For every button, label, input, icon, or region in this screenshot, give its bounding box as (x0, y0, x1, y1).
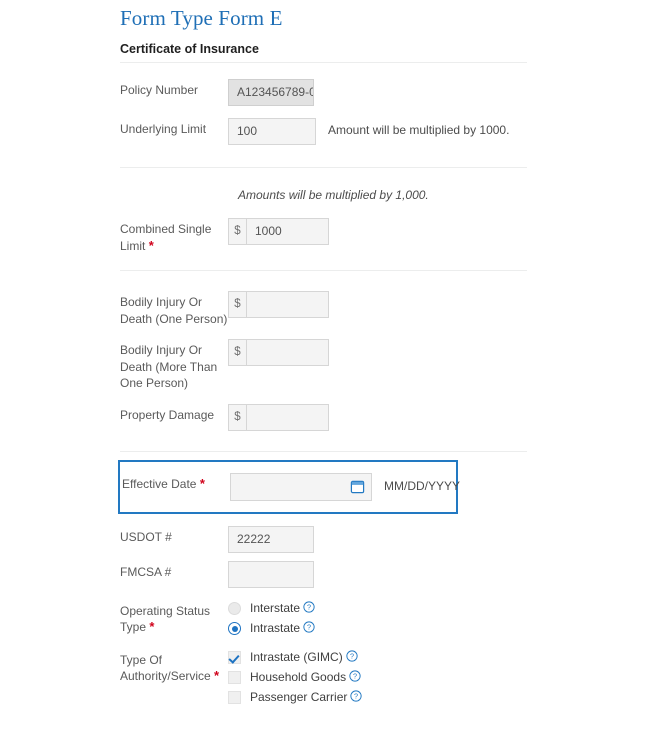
radio-option-intrastate[interactable]: Intrastate ? (228, 620, 315, 637)
checkbox-indicator-household-goods[interactable] (228, 671, 241, 684)
bodily-injury-more-input[interactable] (246, 339, 329, 366)
svg-text:?: ? (354, 691, 358, 700)
policy-number-input[interactable]: A123456789-0 (228, 79, 314, 106)
help-circle-icon[interactable]: ? (350, 689, 362, 706)
radio-option-interstate[interactable]: Interstate ? (228, 600, 315, 617)
operating-status-type-label-text: Operating Status Type (120, 603, 211, 635)
combined-single-limit-group: $ 1000 (228, 218, 329, 245)
required-asterisk: * (214, 668, 220, 683)
field-row-operating-status-type: Operating Status Type * Interstate ? Int… (120, 600, 540, 637)
bodily-injury-one-label: Bodily Injury Or Death (One Person) (120, 295, 228, 326)
checkbox-label-intrastate-gimc: Intrastate (GIMC) (250, 650, 343, 664)
checkbox-option-passenger-carrier[interactable]: Passenger Carrier ? (228, 689, 362, 706)
currency-prefix: $ (228, 218, 246, 245)
bodily-injury-more-label: Bodily Injury Or Death (More Than One Pe… (120, 343, 218, 390)
type-of-authority-label: Type Of Authority/Service * (120, 649, 228, 685)
checkbox-indicator-intrastate-gimc[interactable] (228, 651, 241, 664)
currency-prefix: $ (228, 339, 246, 366)
fmcsa-input[interactable] (228, 560, 314, 588)
operating-status-type-radio-group: Interstate ? Intrastate ? (228, 600, 315, 637)
form-container: Form Type Form E Certificate of Insuranc… (118, 0, 540, 706)
property-damage-input[interactable] (246, 403, 329, 431)
required-asterisk: * (199, 475, 205, 491)
radio-indicator-interstate[interactable] (228, 602, 241, 615)
svg-text:?: ? (307, 622, 311, 631)
bodily-injury-one-input[interactable] (246, 291, 329, 318)
svg-text:?: ? (307, 602, 311, 611)
field-row-property-damage: Property Damage $ (120, 403, 540, 431)
radio-label-interstate: Interstate (250, 601, 301, 615)
help-circle-icon[interactable]: ? (346, 649, 358, 666)
checkbox-label-household-goods: Household Goods (250, 670, 347, 684)
checkbox-label-passenger-carrier: Passenger Carrier (250, 690, 348, 704)
amounts-multiplier-note: Amounts will be multiplied by 1,000. (238, 188, 429, 202)
type-of-authority-checkbox-group: Intrastate (GIMC) ? Household Goods ? Pa… (228, 649, 362, 706)
required-asterisk: * (148, 237, 154, 253)
field-row-underlying-limit: Underlying Limit 100 Amount will be mult… (120, 118, 540, 145)
effective-date-input[interactable] (230, 472, 372, 501)
effective-date-label: Effective Date * (120, 473, 230, 493)
help-circle-icon[interactable]: ? (349, 669, 361, 686)
help-circle-icon[interactable]: ? (303, 620, 315, 637)
policy-number-label: Policy Number (120, 83, 199, 97)
underlying-limit-helper-text: Amount will be multiplied by 1000. (328, 123, 510, 137)
type-of-authority-label-text: Type Of Authority/Service (120, 652, 211, 684)
radio-label-intrastate: Intrastate (250, 621, 301, 635)
combined-single-limit-input[interactable]: 1000 (246, 218, 329, 245)
checkbox-option-household-goods[interactable]: Household Goods ? (228, 669, 362, 686)
svg-text:?: ? (353, 671, 357, 680)
checkbox-option-intrastate-gimc[interactable]: Intrastate (GIMC) ? (228, 649, 362, 666)
field-row-fmcsa: FMCSA # (120, 560, 540, 588)
currency-prefix: $ (228, 291, 246, 318)
calendar-icon[interactable] (350, 479, 365, 499)
form-page: Form Type Form E Certificate of Insuranc… (0, 0, 648, 744)
required-asterisk: * (149, 619, 155, 634)
usdot-input[interactable]: 22222 (228, 525, 314, 553)
page-title: Form Type Form E (120, 6, 283, 30)
combined-single-limit-label-text: Combined Single Limit (120, 222, 212, 253)
bodily-injury-more-group: $ (228, 339, 329, 366)
usdot-label: USDOT # (120, 529, 172, 544)
combined-single-limit-label: Combined Single Limit * (120, 218, 228, 254)
checkbox-indicator-passenger-carrier[interactable] (228, 691, 241, 704)
field-row-bodily-injury-more-persons: Bodily Injury Or Death (More Than One Pe… (120, 339, 540, 392)
field-row-type-of-authority: Type Of Authority/Service * Intrastate (… (120, 649, 540, 706)
operating-status-type-label: Operating Status Type * (120, 600, 228, 636)
field-row-effective-date[interactable]: Effective Date * MM/DD/YYYY (118, 459, 461, 514)
underlying-limit-label: Underlying Limit (120, 122, 207, 136)
property-damage-group: $ (228, 403, 329, 431)
property-damage-label: Property Damage (120, 407, 215, 422)
effective-date-label-text: Effective Date (122, 476, 197, 491)
bodily-injury-one-group: $ (228, 291, 329, 318)
radio-indicator-intrastate[interactable] (228, 622, 241, 635)
field-row-bodily-injury-one-person: Bodily Injury Or Death (One Person) $ (120, 291, 540, 327)
help-circle-icon[interactable]: ? (303, 600, 315, 617)
underlying-limit-input[interactable]: 100 (228, 118, 316, 145)
effective-date-format-hint: MM/DD/YYYY (384, 478, 461, 493)
field-row-combined-single-limit: Combined Single Limit * $ 1000 (120, 218, 540, 254)
field-row-usdot: USDOT # 22222 (120, 525, 540, 553)
field-row-policy-number: Policy Number A123456789-0 (120, 79, 540, 106)
section-heading: Certificate of Insurance (120, 42, 259, 56)
fmcsa-label: FMCSA # (120, 564, 172, 579)
svg-text:?: ? (350, 651, 354, 660)
currency-prefix: $ (228, 403, 246, 431)
